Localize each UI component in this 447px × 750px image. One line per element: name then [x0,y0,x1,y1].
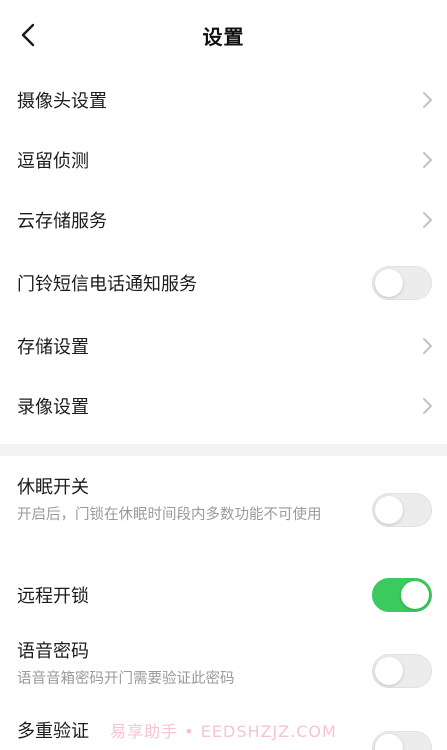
settings-screen: 设置 摄像头设置 逗留侦测 云存储服务 门铃短信电话通知服务 存储设置 录像设置 [0,0,447,750]
toggle-knob [375,734,403,750]
toggle-knob [375,496,403,524]
settings-item-sleep: 休眠开关 开启后，门锁在休眠时间段内多数功能不可使用 [0,456,447,563]
back-button[interactable] [14,20,42,50]
chevron-right-icon [423,212,432,228]
section-divider [0,444,447,456]
settings-item-label: 录像设置 [17,397,89,418]
chevron-left-icon [21,23,35,47]
settings-item-loiter-detection[interactable]: 逗留侦测 [0,130,447,190]
settings-item-label: 多重验证 [17,721,89,742]
voice-password-toggle[interactable] [372,654,432,688]
settings-item-label: 逗留侦测 [17,151,89,172]
settings-item-label: 云存储服务 [17,211,107,232]
doorbell-notify-toggle[interactable] [372,266,432,300]
settings-item-label: 门铃短信电话通知服务 [17,274,197,295]
settings-item-label: 休眠开关 [17,477,89,498]
settings-item-label: 存储设置 [17,337,89,358]
remote-unlock-toggle[interactable] [372,578,432,612]
page-title: 设置 [202,24,245,49]
toggle-knob [375,269,403,297]
settings-item-recording[interactable]: 录像设置 [0,376,447,436]
settings-item-doorbell-notify: 门铃短信电话通知服务 [0,250,447,316]
settings-item-cloud-storage[interactable]: 云存储服务 [0,190,447,250]
chevron-right-icon [423,398,432,414]
settings-item-camera[interactable]: 摄像头设置 [0,70,447,130]
chevron-right-icon [423,338,432,354]
chevron-right-icon [423,92,432,108]
toggle-knob [401,581,429,609]
settings-item-label: 远程开锁 [17,586,89,607]
settings-item-voice-password: 语音密码 语音音箱密码开门需要验证此密码 [0,627,447,713]
settings-item-multi-verify: 多重验证 [0,713,447,750]
toggle-knob [375,657,403,685]
settings-item-description: 语音音箱密码开门需要验证此密码 [17,671,235,687]
multi-verify-toggle[interactable] [372,731,432,750]
settings-item-storage[interactable]: 存储设置 [0,316,447,376]
settings-item-remote-unlock: 远程开锁 [0,563,447,627]
header-bar: 设置 [0,0,447,70]
chevron-right-icon [423,152,432,168]
sleep-toggle[interactable] [372,493,432,527]
settings-item-label: 语音密码 [17,641,89,662]
settings-item-label: 摄像头设置 [17,91,107,112]
settings-item-description: 开启后，门锁在休眠时间段内多数功能不可使用 [17,507,322,523]
